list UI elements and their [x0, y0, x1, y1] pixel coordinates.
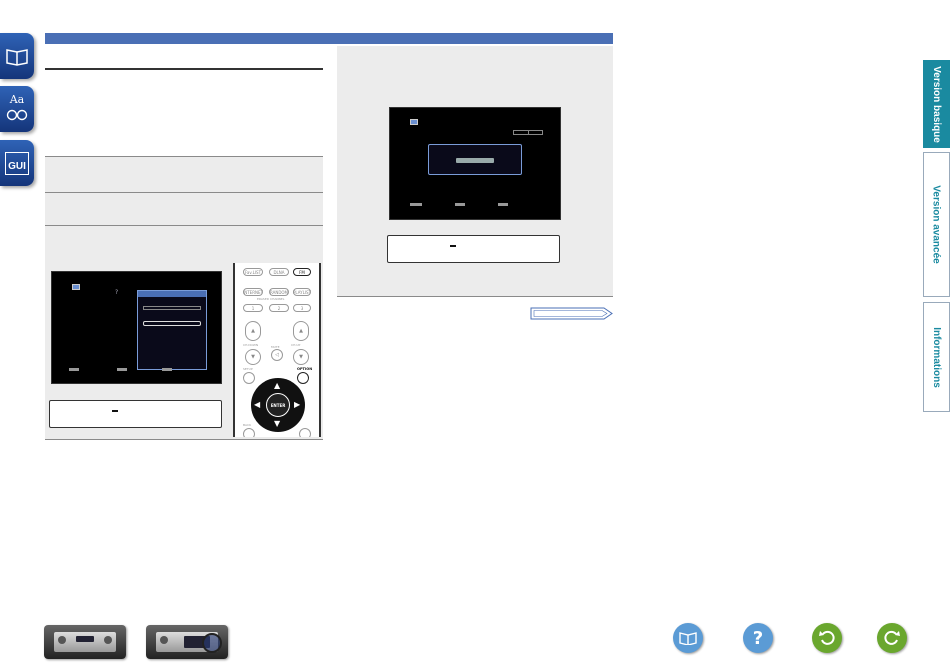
down-key[interactable]: ▼	[245, 349, 261, 365]
up-key[interactable]: ▲	[245, 321, 261, 341]
tv-footer-hint	[498, 203, 508, 206]
ch-up-label: CH.UP	[291, 343, 301, 347]
folder-icon	[410, 119, 418, 125]
dpad-left-arrow[interactable]: ◀	[254, 400, 260, 409]
tab-version-basique[interactable]: Version basique	[923, 60, 950, 148]
fm-key[interactable]: FM	[293, 268, 311, 276]
gui-icon: GUI	[5, 151, 29, 175]
search-key[interactable]	[299, 428, 311, 437]
dpad[interactable]: ▲ ▼ ◀ ▶ ENTER	[251, 378, 305, 432]
tv-screen-options: ?	[51, 271, 222, 384]
book-icon	[6, 49, 28, 66]
number-key-2[interactable]: 2	[269, 304, 289, 312]
glossary-tab[interactable]: Aa	[0, 86, 34, 132]
step-row	[45, 193, 323, 225]
back-label: BACK	[243, 423, 252, 427]
divider	[45, 68, 323, 70]
number-key-1[interactable]: 1	[243, 304, 263, 312]
help-icon[interactable]: ?	[743, 623, 773, 653]
lcd-indicator	[450, 245, 456, 247]
dpad-up-arrow[interactable]: ▲	[274, 381, 280, 390]
divider	[45, 439, 323, 440]
continue-arrow[interactable]	[530, 306, 614, 321]
tv-footer-hint	[410, 203, 422, 206]
option-key[interactable]	[297, 372, 309, 384]
option-menu	[137, 290, 207, 370]
step-row	[45, 157, 323, 192]
tv-footer-hint	[455, 203, 465, 206]
down-key-right[interactable]: ▼	[293, 349, 309, 365]
divider	[337, 296, 613, 297]
tv-footer-hint	[162, 368, 172, 371]
dpad-down-arrow[interactable]: ▼	[274, 419, 280, 428]
manual-book-tab[interactable]	[0, 33, 34, 79]
book-icon[interactable]	[673, 623, 703, 653]
tv-footer-hint	[117, 368, 127, 371]
option-item-selected	[143, 321, 201, 326]
enter-key[interactable]: ENTER	[266, 393, 290, 417]
back-key[interactable]	[243, 428, 255, 437]
ch-down-label: CH.DOWN	[243, 343, 259, 347]
dpad-right-arrow[interactable]: ▶	[294, 400, 300, 409]
option-item	[143, 306, 201, 310]
back-icon[interactable]	[812, 623, 842, 653]
fav-list-key[interactable]: Fav.LIST	[243, 268, 263, 276]
tab-version-avancee[interactable]: Version avancée	[923, 152, 950, 297]
random-key[interactable]: RANDOM	[269, 288, 289, 296]
section-header-bar	[45, 33, 613, 44]
remote-section-label: ERASED CHANNEL	[257, 297, 285, 301]
folder-icon	[72, 284, 80, 290]
lcd-display	[387, 235, 560, 263]
tv-screen-dialog	[389, 107, 561, 220]
tab-informations[interactable]: Informations	[923, 302, 950, 412]
tv-glyph: ?	[115, 289, 119, 296]
playlist-key[interactable]: PLAYLIST	[293, 288, 311, 296]
number-key-3[interactable]: 3	[293, 304, 311, 312]
option-label: OPTION	[297, 367, 313, 371]
dialog-button	[456, 158, 494, 163]
dlna-key[interactable]: DLNA	[269, 268, 289, 276]
forward-icon[interactable]	[877, 623, 907, 653]
remote-control: Fav.LIST DLNA FM INTERNET RANDOM PLAYLIS…	[233, 263, 321, 437]
tv-status-box	[513, 130, 543, 135]
internet-key[interactable]: INTERNET	[243, 288, 263, 296]
tv-footer-hint	[69, 368, 79, 371]
setup-key[interactable]	[243, 372, 255, 384]
lcd-indicator	[112, 410, 118, 412]
mute-key[interactable]: ◁	[271, 349, 283, 361]
gui-tab[interactable]: GUI	[0, 140, 34, 186]
receiver-front-icon[interactable]	[44, 625, 126, 659]
up-key-right[interactable]: ▲	[293, 321, 309, 341]
setup-label: SETUP	[243, 367, 253, 371]
lcd-display	[49, 400, 222, 428]
glossary-icon: Aa	[6, 93, 28, 125]
magnifier-icon	[202, 633, 222, 653]
dialog-box	[428, 144, 522, 175]
receiver-rear-icon[interactable]	[146, 625, 228, 659]
